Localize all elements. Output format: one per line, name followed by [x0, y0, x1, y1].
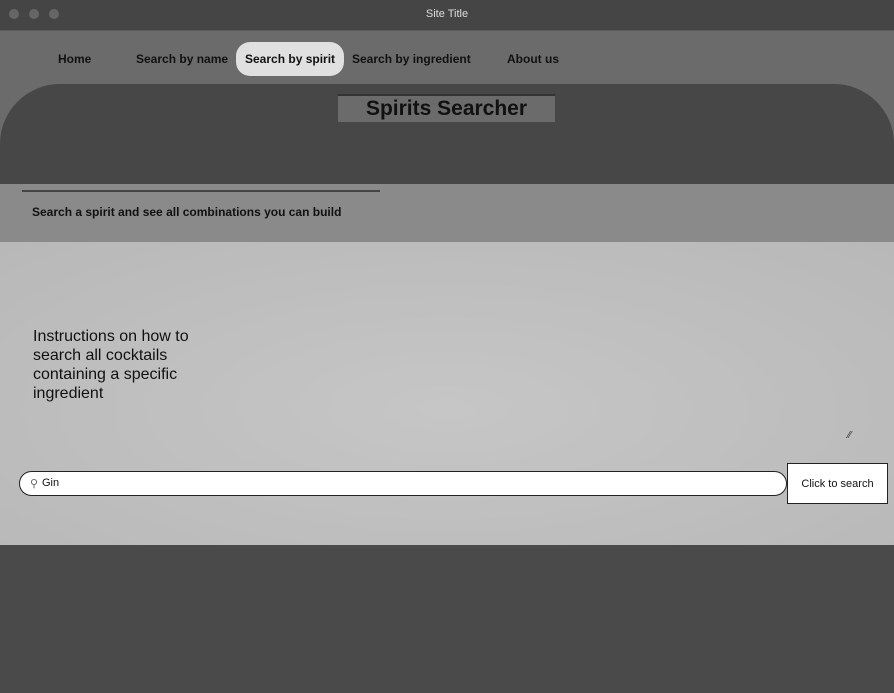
nav-search-by-ingredient[interactable]: Search by ingredient: [343, 42, 480, 76]
main-content: Instructions on how to search all cockta…: [0, 242, 894, 545]
search-input[interactable]: [42, 472, 772, 494]
nav-bar: Home Search by name Search by spirit Sea…: [0, 31, 894, 84]
subheader-text: Search a spirit and see all combinations…: [32, 205, 342, 219]
search-button[interactable]: Click to search: [787, 463, 888, 504]
nav-home[interactable]: Home: [49, 42, 100, 76]
page-header: Spirits Searcher: [0, 84, 894, 184]
nav-search-by-spirit[interactable]: Search by spirit: [236, 42, 345, 76]
instructions-text: Instructions on how to search all cockta…: [33, 328, 189, 402]
search-icon: ⚲: [30, 478, 39, 490]
nav-about-us[interactable]: About us: [498, 42, 568, 76]
resize-handle-icon[interactable]: ⁄⁄: [848, 430, 851, 441]
subheader: Search a spirit and see all combinations…: [0, 184, 894, 242]
window-titlebar: Site Title: [0, 0, 894, 31]
nav-search-by-name[interactable]: Search by name: [127, 42, 237, 76]
footer: [0, 545, 894, 693]
page-title: Spirits Searcher: [338, 94, 555, 122]
window-title: Site Title: [425, 8, 469, 20]
search-field[interactable]: ⚲: [19, 471, 787, 496]
divider: [22, 190, 380, 192]
